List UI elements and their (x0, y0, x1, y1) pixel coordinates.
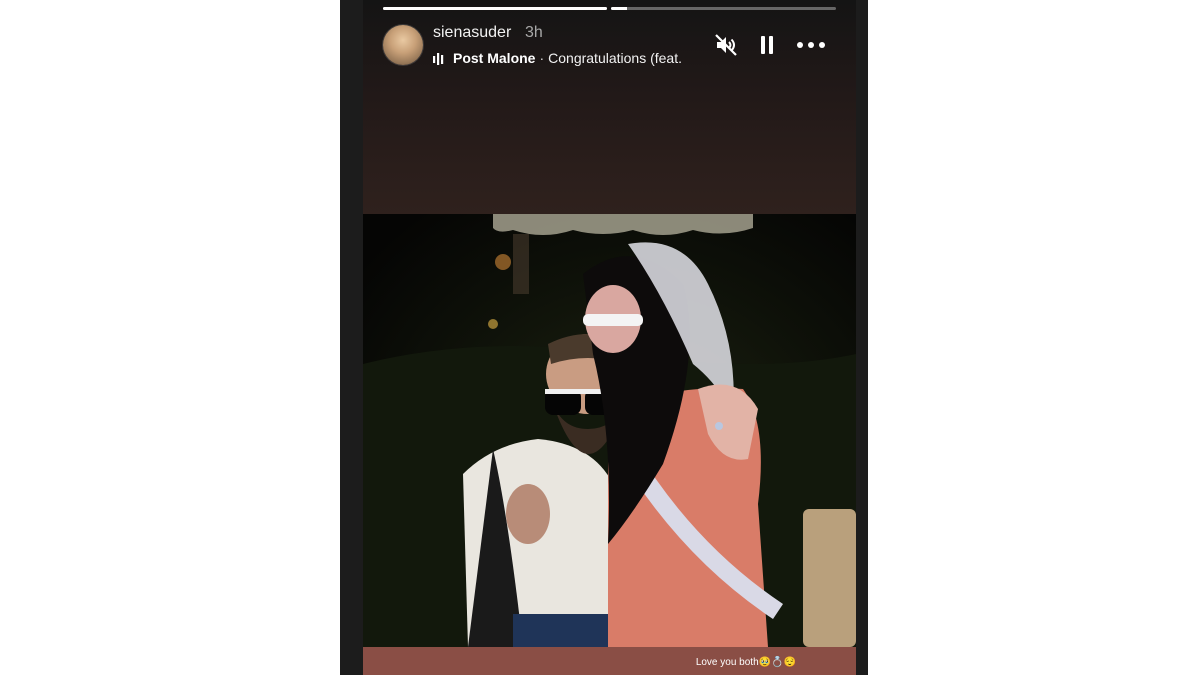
speaker-muted-icon (715, 34, 737, 56)
more-horizontal-icon (797, 42, 825, 48)
pause-icon (761, 36, 773, 54)
progress-segment-1 (383, 7, 607, 10)
music-song-title: Congratulations (feat. (548, 50, 682, 66)
timestamp: 3h (525, 24, 543, 41)
story-caption: Love you both🥹💍😌 (695, 657, 796, 668)
music-track[interactable]: Post Malone · Congratulations (feat. (433, 49, 695, 67)
music-separator: · (539, 50, 545, 66)
story-viewer[interactable]: sienasuder 3h Post Malone · Congratulati… (340, 0, 868, 675)
story-photo (363, 214, 856, 647)
username-link[interactable]: sienasuder (433, 24, 511, 42)
caption-bar: Love you both🥹💍😌 (363, 647, 856, 675)
pause-button[interactable] (754, 32, 780, 58)
more-options-button[interactable] (796, 32, 826, 58)
progress-segment-2 (611, 7, 836, 10)
avatar[interactable] (383, 25, 423, 65)
story-progress-bar (383, 7, 836, 10)
mute-button[interactable] (713, 32, 739, 58)
audio-bars-icon (433, 52, 447, 65)
music-artist: Post Malone (453, 50, 536, 66)
